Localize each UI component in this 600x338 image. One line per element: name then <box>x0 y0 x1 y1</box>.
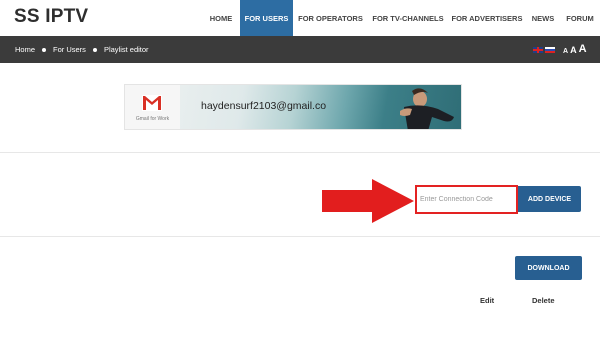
column-header-edit: Edit <box>480 296 495 305</box>
section-divider <box>0 152 600 153</box>
gmail-icon <box>142 95 162 111</box>
nav-for-advertisers[interactable]: FOR ADVERTISERS <box>448 0 526 36</box>
connection-code-highlight <box>415 185 518 214</box>
gmail-logo-box: Gmail for Work <box>125 85 180 129</box>
breadcrumb-for-users[interactable]: For Users <box>53 45 86 54</box>
font-size-medium-button[interactable]: A <box>570 45 577 55</box>
breadcrumb-home[interactable]: Home <box>15 45 35 54</box>
flag-uk-icon[interactable] <box>533 47 543 53</box>
download-button[interactable]: DOWNLOAD <box>515 256 582 280</box>
breadcrumb-playlist-editor: Playlist editor <box>103 45 149 54</box>
column-header-delete: Delete <box>532 296 555 305</box>
nav-home[interactable]: HOME <box>202 0 240 36</box>
banner-email: haydensurf2103@gmail.co <box>201 100 327 112</box>
surfer-image <box>400 88 454 129</box>
red-arrow-icon <box>322 179 414 223</box>
site-logo[interactable]: SS IPTV <box>14 6 88 28</box>
font-size-small-button[interactable]: A <box>563 48 568 55</box>
breadcrumb: Home For Users Playlist editor <box>15 36 149 63</box>
nav-news[interactable]: NEWS <box>526 0 560 36</box>
font-size-controls: A A A <box>563 36 587 63</box>
nav-for-users[interactable]: FOR USERS <box>240 0 293 36</box>
add-device-button[interactable]: ADD DEVICE <box>518 186 581 212</box>
main-nav: HOME FOR USERS FOR OPERATORS FOR TV-CHAN… <box>202 0 600 36</box>
nav-for-operators[interactable]: FOR OPERATORS <box>293 0 368 36</box>
font-size-large-button[interactable]: A <box>579 43 587 55</box>
nav-for-tv-channels[interactable]: FOR TV-CHANNELS <box>368 0 448 36</box>
connection-code-input[interactable] <box>420 190 512 208</box>
breadcrumb-separator <box>92 47 97 52</box>
section-divider <box>0 236 600 237</box>
language-selector <box>533 47 555 53</box>
nav-forum[interactable]: FORUM <box>560 0 600 36</box>
flag-ru-icon[interactable] <box>545 47 555 53</box>
breadcrumb-separator <box>42 47 47 52</box>
breadcrumb-bar: Home For Users Playlist editor A A A <box>0 36 600 63</box>
gmail-caption: Gmail for Work <box>135 116 170 122</box>
top-header: SS IPTV HOME FOR USERS FOR OPERATORS FOR… <box>0 0 600 36</box>
ad-banner[interactable]: Gmail for Work haydensurf2103@gmail.co <box>124 84 462 130</box>
